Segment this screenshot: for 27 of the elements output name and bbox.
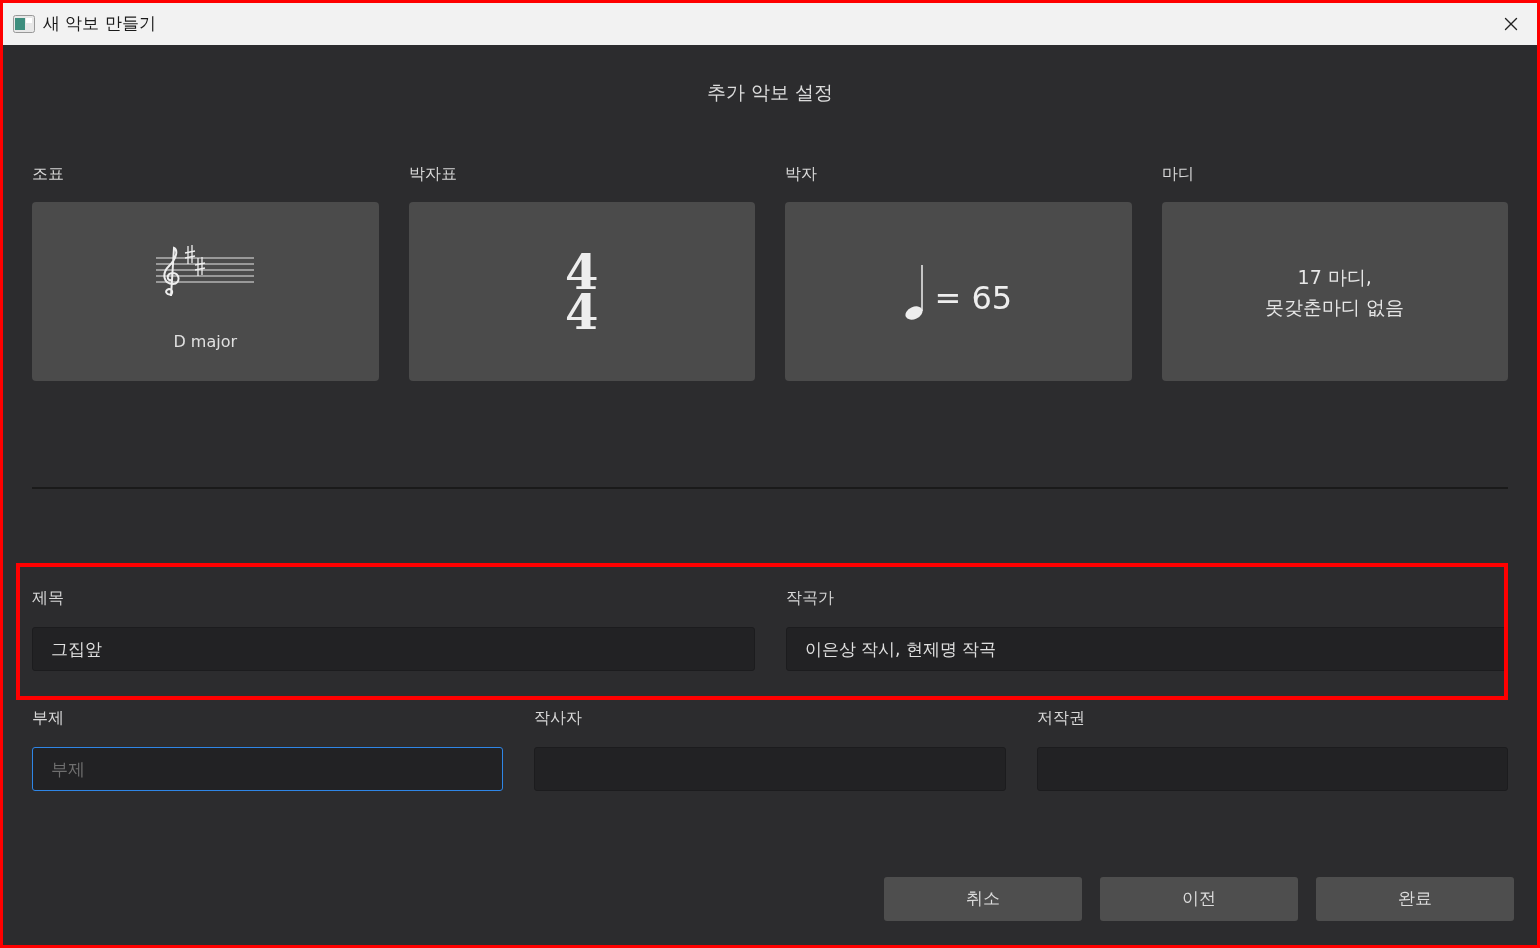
field-label: 작사자 (534, 708, 584, 728)
field-label: 부제 (32, 708, 65, 728)
tempo-value: = 65 (934, 277, 1013, 318)
setting-label: 박자 (785, 164, 818, 184)
setting-card[interactable]: 17 마디, 못갖춘마디 없음 (1161, 202, 1508, 381)
setting-card[interactable]: D major (32, 202, 379, 381)
dialog-button[interactable]: 완료 (1316, 877, 1514, 921)
measure-info: 17 마디, (1297, 264, 1372, 290)
key-signature-name: D major (173, 330, 238, 353)
field-label: 저작권 (1036, 708, 1086, 728)
setting-label: 박자표 (408, 164, 458, 184)
text-field[interactable]: 그집앞 (32, 627, 755, 671)
time-signature-denominator: 4 (565, 291, 599, 332)
window-title: 새 악보 만들기 (43, 12, 157, 36)
field-label: 작곡가 (785, 588, 835, 608)
time-signature-numerator: 4 (565, 251, 599, 292)
app-window-icon (13, 15, 35, 33)
text-field[interactable]: 부제 (32, 747, 504, 791)
field-label: 제목 (32, 588, 65, 608)
dialog-button[interactable]: 이전 (1100, 877, 1298, 921)
setting-label: 조표 (32, 164, 65, 184)
setting-label: 마디 (1161, 164, 1195, 184)
measure-info: 못갖춘마디 없음 (1265, 294, 1405, 320)
dialog-button[interactable]: 취소 (884, 877, 1082, 921)
setting-card[interactable]: 4 4 (408, 202, 755, 381)
setting-card[interactable]: = 65 (785, 202, 1132, 381)
dialog-heading: 추가 악보 설정 (706, 80, 834, 104)
